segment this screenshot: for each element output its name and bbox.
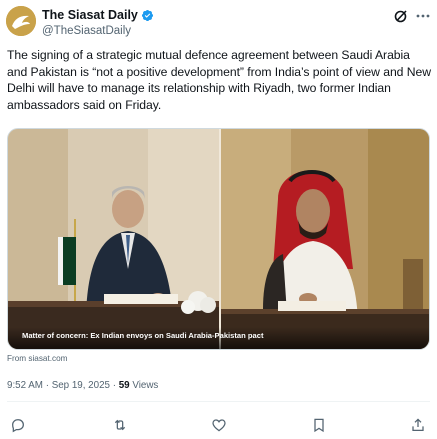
- tweet-time[interactable]: 9:52 AM: [7, 380, 43, 391]
- bookmark-button[interactable]: [310, 416, 328, 434]
- more-options-icon[interactable]: [415, 8, 431, 24]
- link-card-image[interactable]: Matter of concern: Ex Indian envoys on S…: [7, 128, 430, 350]
- grok-icon[interactable]: [393, 8, 409, 24]
- tweet-text: The signing of a strategic mutual defenc…: [7, 48, 431, 112]
- views-count: 59: [118, 380, 130, 391]
- action-bar: [0, 416, 437, 434]
- article-photo: [8, 129, 429, 349]
- account-avatar[interactable]: [6, 6, 36, 36]
- share-button[interactable]: [409, 416, 427, 434]
- tweet-header: The Siasat Daily @TheSiasatDaily: [6, 6, 431, 40]
- account-handle[interactable]: @TheSiasatDaily: [42, 24, 154, 38]
- siasat-logo-icon: [6, 6, 36, 36]
- tweet-date[interactable]: Sep 19, 2025: [52, 380, 110, 391]
- views-label: Views: [132, 380, 159, 391]
- share-icon: [412, 418, 424, 431]
- card-caption: Matter of concern: Ex Indian envoys on S…: [22, 331, 264, 340]
- meta-separator: ·: [45, 380, 49, 391]
- card-caption-bar: Matter of concern: Ex Indian envoys on S…: [8, 327, 429, 349]
- repost-button[interactable]: [111, 416, 129, 434]
- repost-icon: [114, 419, 126, 431]
- tweet-meta: 9:52 AM · Sep 19, 2025 · 59 Views: [7, 380, 158, 391]
- reply-button[interactable]: [9, 416, 27, 434]
- reply-icon: [12, 419, 24, 433]
- verified-badge-icon: [141, 9, 154, 22]
- bookmark-icon: [314, 418, 324, 433]
- display-name[interactable]: The Siasat Daily: [42, 8, 138, 23]
- like-icon: [212, 419, 226, 432]
- card-source[interactable]: From siasat.com: [7, 354, 68, 363]
- meta-separator-2: ·: [112, 380, 116, 391]
- like-button[interactable]: [210, 416, 228, 434]
- divider: [7, 401, 430, 402]
